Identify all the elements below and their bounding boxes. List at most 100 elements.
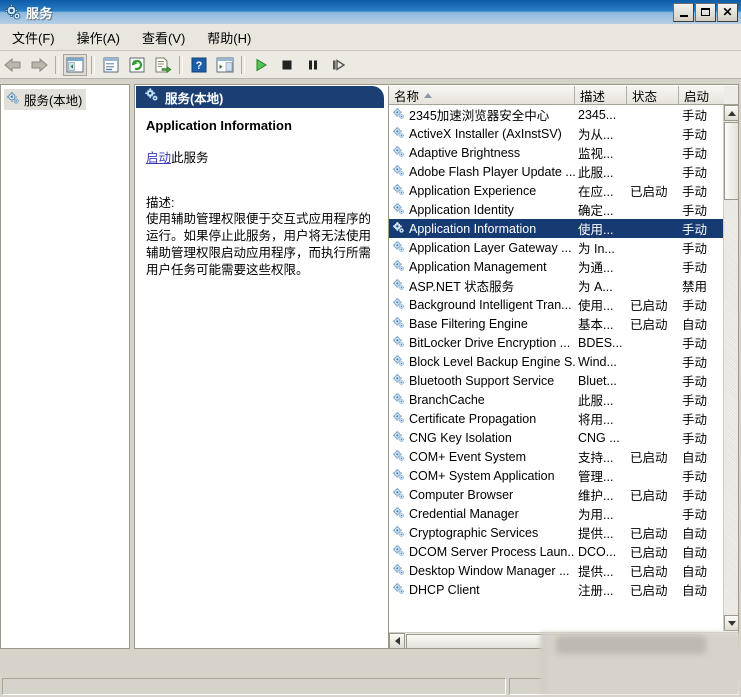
back-arrow-icon[interactable]: [1, 54, 25, 76]
service-name-label: Application Information: [409, 222, 536, 236]
stop-service-icon[interactable]: [275, 54, 299, 76]
tree-node-label: 服务(本地): [24, 90, 82, 109]
table-row[interactable]: DHCP Client注册...已启动自动: [389, 580, 724, 599]
table-row[interactable]: Adaptive Brightness监视...手动: [389, 143, 724, 162]
scroll-left-button[interactable]: [389, 633, 405, 649]
help-icon[interactable]: ?: [187, 54, 211, 76]
column-header-startup-label: 启动: [684, 86, 709, 105]
show-action-pane-icon[interactable]: [213, 54, 237, 76]
table-row[interactable]: Certificate Propagation将用...手动: [389, 409, 724, 428]
scroll-down-button[interactable]: [724, 615, 739, 631]
start-service-icon[interactable]: [249, 54, 273, 76]
services-gear-icon: [392, 563, 405, 579]
list-vertical-scrollbar[interactable]: [723, 105, 739, 631]
table-row[interactable]: DCOM Server Process Laun...DCO...已启动自动: [389, 542, 724, 561]
table-row[interactable]: BranchCache此服...手动: [389, 390, 724, 409]
cell-description: 维护...: [575, 485, 627, 504]
table-row[interactable]: Application Information使用...手动: [389, 219, 724, 238]
pause-service-icon[interactable]: [301, 54, 325, 76]
cell-description: DCO...: [575, 545, 627, 559]
column-header-status[interactable]: 状态: [627, 86, 679, 105]
services-window: 服务 ✕ 文件(F) 操作(A) 查看(V) 帮助(H): [0, 0, 741, 697]
services-gear-icon: [4, 3, 22, 21]
table-row[interactable]: COM+ System Application管理...手动: [389, 466, 724, 485]
console-tree-pane: 服务(本地): [0, 84, 130, 649]
cell-service-name: ASP.NET 状态服务: [389, 276, 575, 295]
table-row[interactable]: ASP.NET 状态服务为 A...禁用: [389, 276, 724, 295]
content-frame: 服务(本地) Application Information 启动此服务 描述:…: [134, 84, 739, 649]
table-row[interactable]: Application Management为通...手动: [389, 257, 724, 276]
table-row[interactable]: Computer Browser维护...已启动手动: [389, 485, 724, 504]
column-header-startup-type[interactable]: 启动: [679, 86, 724, 105]
table-row[interactable]: Background Intelligent Tran...使用...已启动手动: [389, 295, 724, 314]
export-list-icon[interactable]: [151, 54, 175, 76]
service-name-label: COM+ Event System: [409, 450, 526, 464]
properties-icon[interactable]: [99, 54, 123, 76]
title-bar[interactable]: 服务 ✕: [0, 0, 741, 24]
services-gear-icon: [392, 164, 405, 180]
forward-arrow-icon[interactable]: [27, 54, 51, 76]
table-row[interactable]: Credential Manager为用...手动: [389, 504, 724, 523]
services-gear-icon: [392, 240, 405, 256]
table-row[interactable]: Base Filtering Engine基本...已启动自动: [389, 314, 724, 333]
cell-startup-type: 手动: [679, 485, 724, 504]
menu-view[interactable]: 查看(V): [132, 25, 195, 50]
table-row[interactable]: ActiveX Installer (AxInstSV)为从...手动: [389, 124, 724, 143]
list-header-row: 名称 描述 状态 启动: [389, 86, 739, 105]
tree-node-services-local[interactable]: 服务(本地): [4, 89, 86, 110]
cell-service-name: DHCP Client: [389, 582, 575, 598]
table-row[interactable]: Block Level Backup Engine S...Wind...手动: [389, 352, 724, 371]
description-label: 描述:: [146, 192, 375, 211]
cell-startup-type: 自动: [679, 542, 724, 561]
cell-startup-type: 手动: [679, 371, 724, 390]
cell-service-name: Application Management: [389, 259, 575, 275]
cell-service-name: Computer Browser: [389, 487, 575, 503]
services-gear-icon: [392, 449, 405, 465]
cell-startup-type: 手动: [679, 390, 724, 409]
vertical-scroll-thumb[interactable]: [724, 122, 739, 200]
cell-description: 为 A...: [575, 276, 627, 295]
table-row[interactable]: Application Identity确定...手动: [389, 200, 724, 219]
details-pane-header: 服务(本地): [136, 86, 384, 108]
table-row[interactable]: Adobe Flash Player Update ...此服...手动: [389, 162, 724, 181]
menu-file[interactable]: 文件(F): [2, 25, 65, 50]
cell-description: 将用...: [575, 409, 627, 428]
table-row[interactable]: BitLocker Drive Encryption ...BDES...手动: [389, 333, 724, 352]
table-row[interactable]: Bluetooth Support ServiceBluet...手动: [389, 371, 724, 390]
menu-help[interactable]: 帮助(H): [197, 25, 261, 50]
maximize-button[interactable]: [695, 3, 716, 22]
table-row[interactable]: 2345加速浏览器安全中心2345...手动: [389, 105, 724, 124]
menu-action[interactable]: 操作(A): [67, 25, 130, 50]
cell-startup-type: 手动: [679, 428, 724, 447]
column-header-name-label: 名称: [394, 86, 419, 105]
cell-status: 已启动: [627, 447, 679, 466]
column-header-name[interactable]: 名称: [389, 86, 575, 105]
show-tree-icon[interactable]: [63, 54, 87, 76]
cell-description: 管理...: [575, 466, 627, 485]
table-row[interactable]: COM+ Event System支持...已启动自动: [389, 447, 724, 466]
refresh-icon[interactable]: [125, 54, 149, 76]
cell-description: 此服...: [575, 390, 627, 409]
cell-startup-type: 手动: [679, 162, 724, 181]
close-button[interactable]: ✕: [717, 3, 738, 22]
services-gear-icon: [392, 107, 405, 123]
start-service-link[interactable]: 启动: [146, 151, 171, 165]
services-gear-icon: [392, 373, 405, 389]
table-row[interactable]: Cryptographic Services提供...已启动自动: [389, 523, 724, 542]
services-gear-icon: [392, 202, 405, 218]
column-header-description[interactable]: 描述: [575, 86, 627, 105]
table-row[interactable]: CNG Key IsolationCNG ...手动: [389, 428, 724, 447]
table-row[interactable]: Desktop Window Manager ...提供...已启动自动: [389, 561, 724, 580]
cell-description: 支持...: [575, 447, 627, 466]
table-row[interactable]: Application Experience在应...已启动手动: [389, 181, 724, 200]
column-header-description-label: 描述: [580, 86, 605, 105]
table-row[interactable]: Application Layer Gateway ...为 In...手动: [389, 238, 724, 257]
services-gear-icon: [392, 544, 405, 560]
scroll-up-button[interactable]: [724, 105, 739, 121]
restart-service-icon[interactable]: [327, 54, 351, 76]
cell-service-name: Adobe Flash Player Update ...: [389, 164, 575, 180]
cell-description: Wind...: [575, 355, 627, 369]
service-name-label: Block Level Backup Engine S...: [409, 355, 575, 369]
cell-service-name: Adaptive Brightness: [389, 145, 575, 161]
minimize-button[interactable]: [673, 3, 694, 22]
